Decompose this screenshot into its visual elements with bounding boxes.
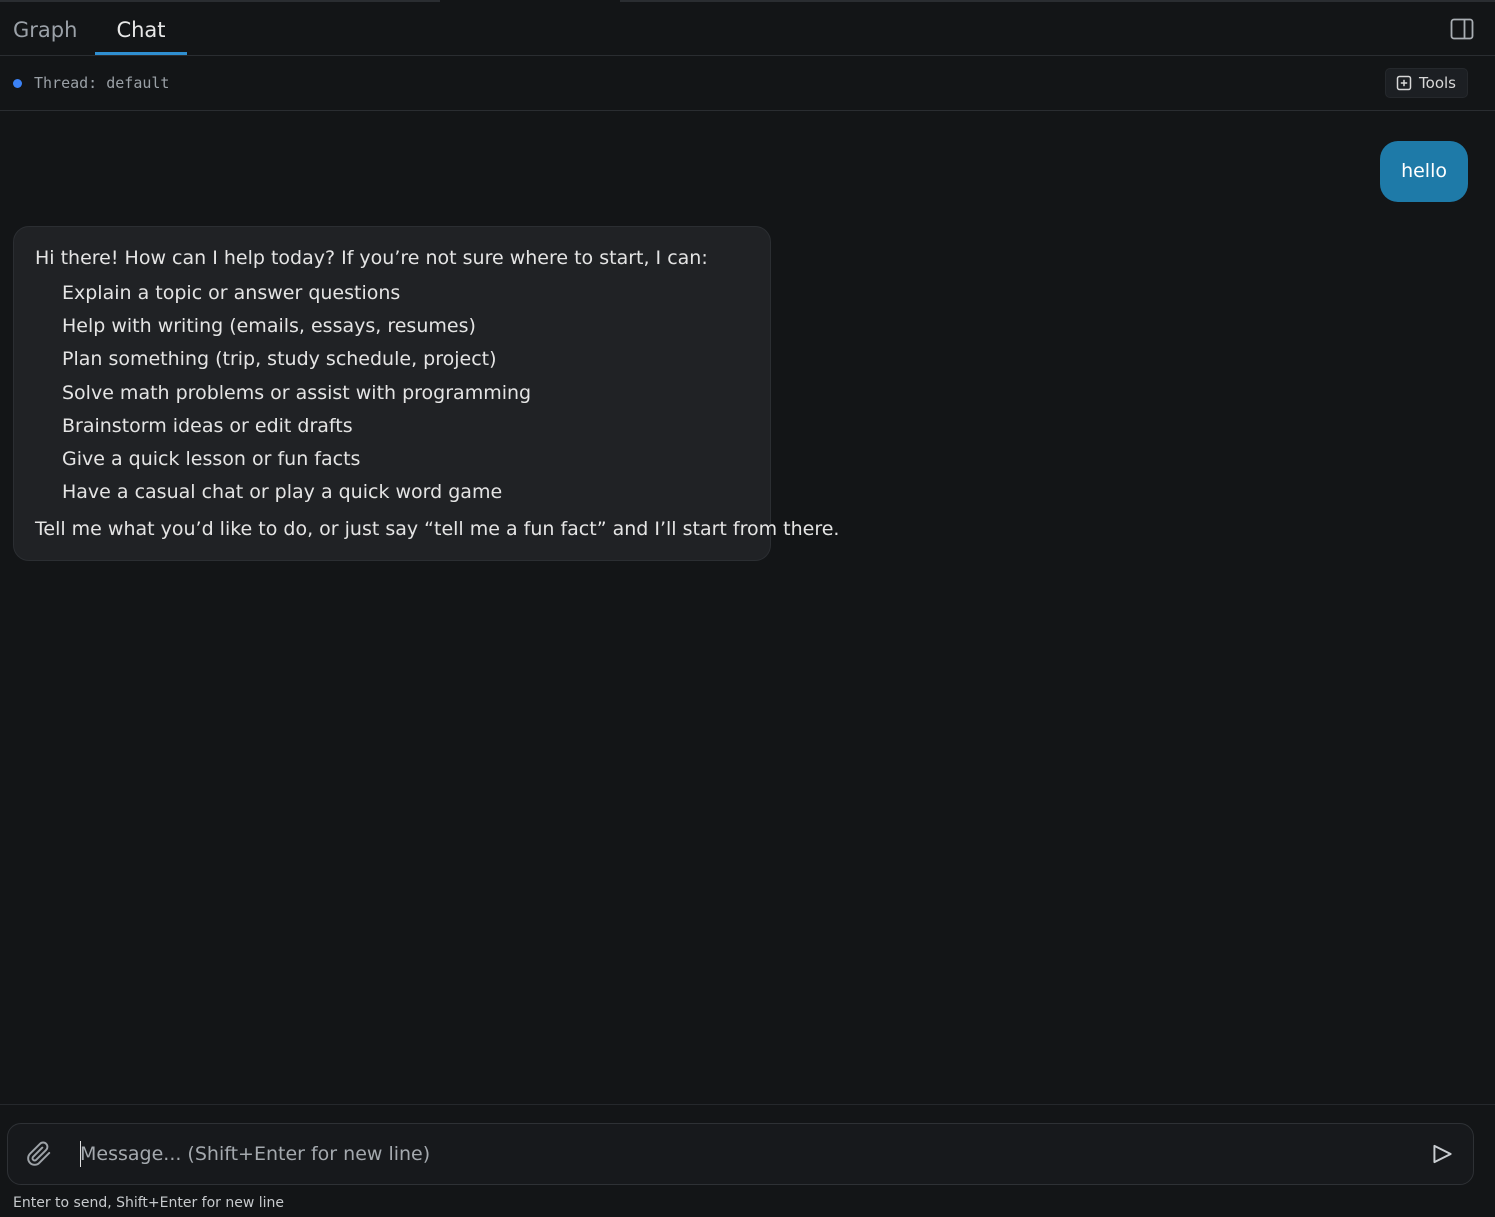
message-input[interactable]	[80, 1124, 1400, 1184]
thread-bar: Thread: default Tools	[0, 57, 1495, 111]
thread-status-dot	[13, 79, 22, 88]
list-item: Explain a topic or answer questions	[62, 282, 401, 304]
list-item: Solve math problems or assist with progr…	[62, 381, 532, 404]
list-item: Plan something (trip, study schedule, pr…	[62, 348, 497, 371]
assistant-message: Hi there! How can I help today? If you’r…	[13, 226, 840, 561]
tools-label: Tools	[1419, 74, 1456, 92]
message-list[interactable]: hello Hi there! How can I help today? If…	[0, 111, 1495, 1104]
tab-chat[interactable]: Chat	[95, 2, 187, 55]
tab-graph[interactable]: Graph	[13, 2, 77, 55]
user-message: hello	[1380, 141, 1468, 202]
assistant-suggestion-list: Explain a topic or answer questions Help…	[35, 277, 749, 509]
tab-chat-label: Chat	[116, 18, 166, 42]
send-icon[interactable]	[1429, 1141, 1455, 1167]
thread-label: Thread: default	[34, 74, 170, 92]
sidebar-panel-icon[interactable]	[1449, 16, 1475, 42]
assistant-outro: Tell me what you’d like to do, or just s…	[35, 518, 840, 541]
tools-button[interactable]: Tools	[1385, 68, 1468, 98]
chat-app: Graph Chat Thread: default Tools hello H…	[0, 0, 1495, 1217]
list-item: Help with writing (emails, essays, resum…	[62, 315, 476, 338]
message-composer	[7, 1123, 1474, 1185]
list-item: Have a casual chat or play a quick word …	[62, 481, 503, 504]
plus-square-icon	[1396, 75, 1412, 91]
text-caret	[80, 1141, 81, 1167]
paperclip-icon[interactable]	[26, 1141, 52, 1167]
composer-divider	[0, 1104, 1495, 1105]
list-item: Give a quick lesson or fun facts	[62, 448, 361, 471]
tab-bar: Graph Chat	[0, 2, 1495, 56]
composer-hint: Enter to send, Shift+Enter for new line	[13, 1195, 285, 1211]
active-tab-indicator	[95, 52, 187, 55]
list-item: Brainstorm ideas or edit drafts	[62, 414, 353, 437]
assistant-intro: Hi there! How can I help today? If you’r…	[35, 247, 708, 269]
